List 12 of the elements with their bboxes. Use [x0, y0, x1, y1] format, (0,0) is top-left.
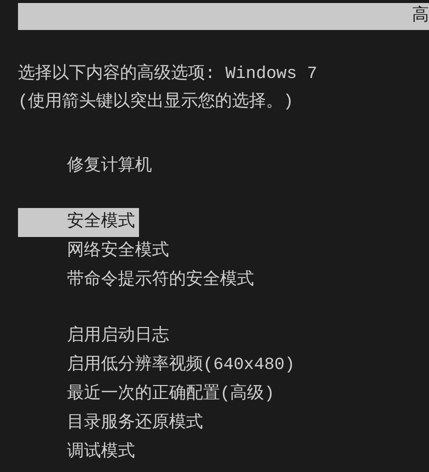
boot-option[interactable]: 最近一次的正确配置(高级)	[18, 380, 278, 409]
boot-option[interactable]: 启用启动日志	[18, 322, 173, 351]
boot-option[interactable]: 调试模式	[18, 438, 139, 467]
boot-option[interactable]: 修复计算机	[18, 152, 156, 181]
boot-option[interactable]: 带命令提示符的安全模式	[18, 266, 258, 295]
prompt-text: (使用箭头键以突出显示您的选择。)	[18, 90, 294, 114]
boot-option[interactable]: 目录服务还原模式	[18, 409, 207, 438]
boot-option[interactable]: 安全模式	[18, 208, 139, 237]
title-text: 高	[412, 4, 429, 28]
boot-option[interactable]: 网络安全模式	[18, 237, 173, 266]
boot-option[interactable]: 启用低分辨率视频(640x480)	[18, 351, 299, 380]
prompt-text: 选择以下内容的高级选项: Windows 7	[18, 62, 318, 86]
